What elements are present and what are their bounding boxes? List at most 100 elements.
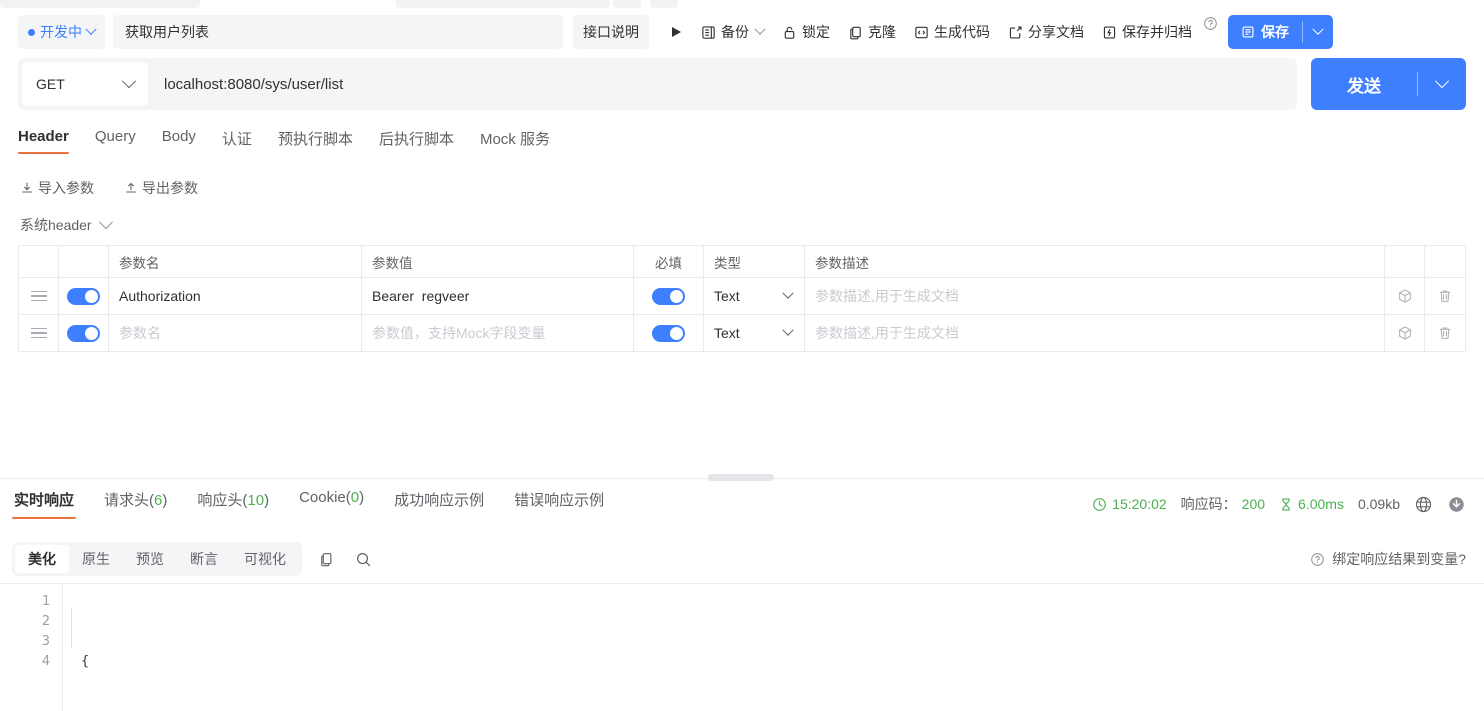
url-input[interactable]	[148, 76, 1293, 93]
tab-post-script[interactable]: 后执行脚本	[379, 128, 454, 158]
editor-gutter: 1 2 3 4	[0, 584, 62, 711]
tab-success-example[interactable]: 成功响应示例	[392, 489, 486, 519]
row-param-value[interactable]	[362, 315, 634, 351]
tab-auth[interactable]: 认证	[222, 128, 252, 158]
tab-error-example[interactable]: 错误响应示例	[512, 489, 606, 519]
format-visualize[interactable]: 可视化	[231, 545, 299, 573]
row-param-name[interactable]	[109, 315, 362, 351]
play-icon	[671, 26, 682, 38]
clone-label: 克隆	[868, 22, 896, 42]
lock-button[interactable]: 锁定	[773, 15, 839, 49]
save-button[interactable]: 保存	[1228, 15, 1333, 49]
format-preview-label: 预览	[136, 549, 164, 569]
api-description-label: 接口说明	[583, 22, 639, 42]
response-headers-count: 10	[247, 492, 264, 509]
response-format-bar: 美化 原生 预览 断言 可视化	[12, 542, 376, 576]
row-required-toggle[interactable]	[634, 315, 704, 351]
lock-label: 锁定	[802, 22, 830, 42]
row-delete-button[interactable]	[1425, 315, 1465, 351]
http-method-select[interactable]: GET	[22, 62, 148, 106]
row-drag-handle[interactable]	[19, 315, 59, 351]
row-mock-button[interactable]	[1385, 278, 1425, 314]
share-doc-button[interactable]: 分享文档	[999, 15, 1093, 49]
row-enable-toggle[interactable]	[59, 315, 109, 351]
row-param-desc[interactable]	[805, 278, 1385, 314]
save-archive-button[interactable]: 保存并归档	[1093, 15, 1201, 49]
system-header-toggle[interactable]: 系统header	[20, 215, 111, 235]
tab-pre-script[interactable]: 预执行脚本	[278, 128, 353, 158]
param-desc-input[interactable]	[815, 325, 1374, 341]
tab-request-headers-label: 请求头	[104, 492, 149, 509]
tab-response-headers[interactable]: 响应头(10)	[195, 489, 271, 519]
param-name-input[interactable]	[119, 288, 351, 304]
send-button[interactable]: 发送	[1311, 58, 1466, 110]
editor-code-area[interactable]: { "msg": "请求访问：/sys/user/list，认证失败，无法访问系…	[62, 584, 1484, 711]
row-delete-button[interactable]	[1425, 278, 1465, 314]
format-beautify[interactable]: 美化	[15, 545, 69, 573]
tab-realtime-response-label: 实时响应	[14, 492, 74, 509]
download-icon[interactable]	[1447, 495, 1466, 514]
chevron-down-icon	[1435, 74, 1449, 88]
row-param-name[interactable]	[109, 278, 362, 314]
url-field-wrapper: GET	[18, 58, 1297, 110]
row-type-select[interactable]: Text	[704, 315, 805, 351]
param-table-header: 参数名 参数值 必填 类型 参数描述	[19, 246, 1465, 278]
tab-cookies[interactable]: Cookie(0)	[297, 489, 366, 515]
tab-body[interactable]: Body	[162, 128, 196, 154]
cookies-count: 0	[351, 489, 359, 506]
generate-code-button[interactable]: 生成代码	[905, 15, 999, 49]
import-params-button[interactable]: 导入参数	[20, 178, 94, 198]
request-tabs: Header Query Body 认证 预执行脚本 后执行脚本 Mock 服务	[18, 128, 1466, 166]
param-desc-input[interactable]	[815, 288, 1374, 304]
tab-realtime-response[interactable]: 实时响应	[12, 489, 76, 519]
globe-icon[interactable]	[1414, 495, 1433, 514]
format-raw[interactable]: 原生	[69, 545, 123, 573]
tab-request-headers[interactable]: 请求头(6)	[102, 489, 169, 519]
api-client-window: 开发中 接口说明 备份 锁定	[0, 0, 1484, 711]
format-assert[interactable]: 断言	[177, 545, 231, 573]
bind-response-hint[interactable]: 绑定响应结果到变量?	[1310, 549, 1466, 569]
tab-query[interactable]: Query	[95, 128, 136, 154]
save-button-label: 保存	[1261, 22, 1289, 42]
backup-button[interactable]: 备份	[692, 15, 773, 49]
save-button-dropdown[interactable]	[1303, 15, 1333, 49]
status-dot-icon	[28, 29, 35, 36]
line-number: 3	[0, 631, 50, 651]
clone-button[interactable]: 克隆	[839, 15, 905, 49]
format-preview[interactable]: 预览	[123, 545, 177, 573]
col-enable	[59, 246, 109, 277]
export-params-button[interactable]: 导出参数	[124, 178, 198, 198]
tab-header[interactable]: Header	[18, 128, 69, 154]
api-name-input[interactable]	[113, 15, 563, 49]
api-status-dropdown[interactable]: 开发中	[18, 15, 105, 49]
tab-cookies-label: Cookie	[299, 489, 346, 506]
row-param-desc[interactable]	[805, 315, 1385, 351]
search-icon[interactable]	[351, 547, 376, 572]
param-table: 参数名 参数值 必填 类型 参数描述 Text	[18, 245, 1466, 352]
param-name-input[interactable]	[119, 325, 351, 341]
response-body-editor[interactable]: 1 2 3 4 { "msg": "请求访问：/sys/user/list，认证…	[0, 583, 1484, 711]
top-cutoff-strip	[0, 0, 1484, 10]
lock-icon	[782, 25, 797, 40]
api-description-button[interactable]: 接口说明	[573, 15, 649, 49]
panel-resize-handle[interactable]	[708, 474, 774, 481]
param-value-input[interactable]	[372, 288, 623, 304]
send-button-dropdown[interactable]	[1418, 79, 1466, 89]
row-mock-button[interactable]	[1385, 315, 1425, 351]
indent-guide	[71, 608, 72, 648]
response-tabs: 实时响应 请求头(6) 响应头(10) Cookie(0) 成功响应示例 错误响…	[12, 489, 606, 519]
row-required-toggle[interactable]	[634, 278, 704, 314]
run-button[interactable]	[661, 15, 692, 49]
response-meta: 15:20:02 响应码： 200 6.00ms 0.09kb	[1092, 494, 1466, 514]
row-drag-handle[interactable]	[19, 278, 59, 314]
param-value-input[interactable]	[372, 325, 623, 341]
row-enable-toggle[interactable]	[59, 278, 109, 314]
copy-icon[interactable]	[314, 547, 339, 572]
row-param-value[interactable]	[362, 278, 634, 314]
question-circle-icon[interactable]	[1203, 16, 1218, 34]
save-archive-label: 保存并归档	[1122, 22, 1192, 42]
cutoff-chip	[0, 0, 200, 8]
row-type-select[interactable]: Text	[704, 278, 805, 314]
tab-mock-service[interactable]: Mock 服务	[480, 128, 550, 158]
code-icon	[914, 25, 929, 40]
